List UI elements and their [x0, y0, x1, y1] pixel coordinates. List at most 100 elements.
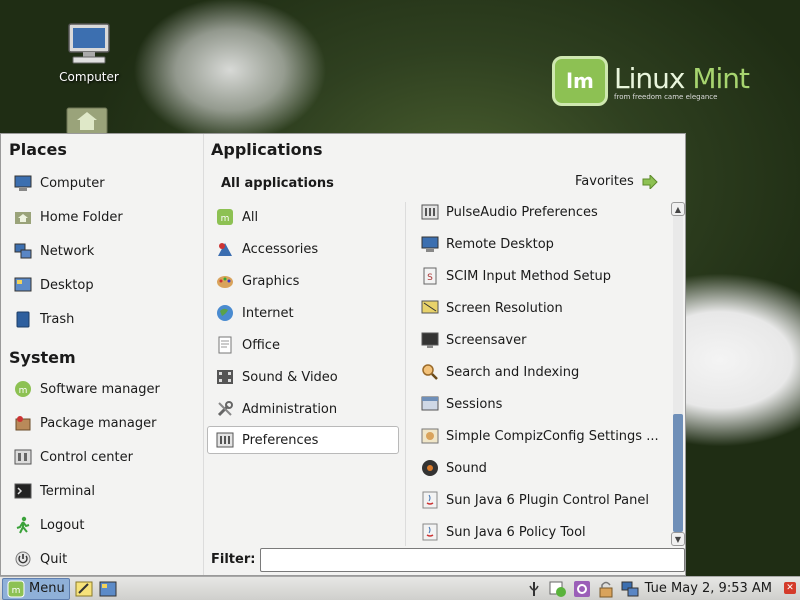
administration-icon — [215, 399, 235, 419]
app-item-sound[interactable]: Sound — [420, 456, 487, 480]
scroll-down-button[interactable]: ▼ — [671, 532, 685, 546]
app-item-label: PulseAudio Preferences — [446, 204, 598, 220]
app-item-sun-java-6-policy-tool[interactable]: Sun Java 6 Policy Tool — [420, 520, 586, 544]
system-item-terminal[interactable]: Terminal — [13, 478, 95, 504]
system-item-label: Terminal — [40, 483, 95, 499]
app-item-label: Screen Resolution — [446, 300, 563, 316]
category-label: Office — [242, 337, 280, 353]
all-apps-icon: m — [215, 207, 235, 227]
scroll-thumb[interactable] — [673, 414, 683, 532]
text-editor-launcher[interactable] — [74, 579, 94, 599]
category-accessories[interactable]: Accessories — [215, 236, 397, 262]
scim-icon: S — [420, 266, 440, 286]
linux-mint-logo: lm Linux Mint from freedom came elegance — [552, 56, 750, 106]
accessories-icon — [215, 239, 235, 259]
app-item-screensaver[interactable]: Screensaver — [420, 328, 526, 352]
system-item-logout[interactable]: Logout — [13, 512, 85, 538]
filter-input[interactable] — [260, 548, 685, 572]
tray-network-icon[interactable] — [620, 579, 640, 599]
app-item-screen-resolution[interactable]: Screen Resolution — [420, 296, 563, 320]
scroll-up-button[interactable]: ▲ — [671, 202, 685, 216]
places-item-network[interactable]: Network — [13, 238, 94, 264]
close-icon[interactable]: ✕ — [784, 582, 796, 594]
system-title: System — [9, 348, 76, 367]
places-item-label: Computer — [40, 175, 105, 191]
taskbar: m Menu Tue May 2, 9:53 AM ✕ — [0, 576, 800, 600]
places-item-home-folder[interactable]: Home Folder — [13, 204, 123, 230]
update-icon — [549, 581, 566, 597]
tray-update-icon[interactable] — [548, 579, 568, 599]
scroll-track[interactable] — [673, 216, 683, 532]
app-item-label: SCIM Input Method Setup — [446, 268, 612, 284]
sound-video-icon — [215, 367, 235, 387]
category-sound-video[interactable]: Sound & Video — [215, 364, 397, 390]
desktop-icon-home[interactable] — [42, 104, 132, 134]
home-folder-icon — [13, 207, 33, 227]
menu-button[interactable]: m Menu — [2, 577, 70, 600]
places-item-trash[interactable]: Trash — [13, 306, 74, 332]
compizconfig-icon — [420, 426, 440, 446]
tray-settings-icon[interactable] — [572, 579, 592, 599]
app-item-label: Search and Indexing — [446, 364, 580, 380]
desktop-icon-label: Computer — [59, 70, 119, 84]
app-item-label: Sessions — [446, 396, 503, 412]
application-list: PulseAudio Preferences Remote Desktop S … — [405, 202, 671, 546]
svg-text:m: m — [19, 386, 28, 396]
category-label: Internet — [242, 305, 294, 321]
app-item-label: Sun Java 6 Plugin Control Panel — [446, 492, 649, 508]
favorites-button[interactable]: Favorites — [575, 174, 658, 189]
app-item-scim-input-method-setup[interactable]: S SCIM Input Method Setup — [420, 264, 611, 288]
left-pane: Places Computer Home Folder Network Desk… — [1, 134, 204, 575]
computer-icon — [13, 173, 33, 193]
app-item-pulseaudio-preferences[interactable]: PulseAudio Preferences — [420, 202, 598, 224]
category-label: All — [242, 209, 259, 225]
app-item-search-and-indexing[interactable]: Search and Indexing — [420, 360, 579, 384]
remote-desktop-icon — [420, 234, 440, 254]
system-item-package-manager[interactable]: Package manager — [13, 410, 156, 436]
category-graphics[interactable]: Graphics — [215, 268, 397, 294]
category-internet[interactable]: Internet — [215, 300, 397, 326]
app-item-sun-java-6-plugin-control-panel[interactable]: Sun Java 6 Plugin Control Panel — [420, 488, 649, 512]
trash-icon — [13, 309, 33, 329]
system-item-quit[interactable]: Quit — [13, 546, 67, 572]
screen-resolution-icon — [420, 298, 440, 318]
app-item-label: Sun Java 6 Policy Tool — [446, 524, 586, 540]
app-item-sessions[interactable]: Sessions — [420, 392, 502, 416]
app-item-label: Sound — [446, 460, 487, 476]
category-all[interactable]: m All — [215, 204, 397, 230]
places-item-computer[interactable]: Computer — [13, 170, 105, 196]
app-item-label: Simple CompizConfig Settings ... — [446, 428, 659, 444]
chevron-down-icon: ▼ — [674, 534, 682, 544]
arrow-right-icon — [642, 174, 658, 189]
preferences-icon — [215, 430, 235, 450]
category-preferences[interactable]: Preferences — [207, 426, 399, 454]
app-item-simple-compizconfig-settings[interactable]: Simple CompizConfig Settings ... — [420, 424, 659, 448]
category-label: Accessories — [242, 241, 319, 257]
app-item-label: Remote Desktop — [446, 236, 554, 252]
mint-wordmark: Linux Mint from freedom came elegance — [614, 61, 750, 101]
lock-icon — [599, 581, 613, 598]
svg-text:m: m — [12, 586, 21, 596]
app-list-scrollbar[interactable]: ▲ ▼ — [671, 202, 685, 546]
software-manager-icon: m — [13, 379, 33, 399]
tray-plug-icon[interactable] — [524, 579, 544, 599]
system-item-control-center[interactable]: Control center — [13, 444, 133, 470]
app-item-remote-desktop[interactable]: Remote Desktop — [420, 232, 554, 256]
desktop-icon — [13, 275, 33, 295]
category-administration[interactable]: Administration — [215, 396, 397, 422]
office-icon — [215, 335, 235, 355]
logo-name-linux: Linux — [614, 61, 685, 95]
system-item-software-manager[interactable]: m Software manager — [13, 376, 160, 402]
svg-text:S: S — [427, 273, 433, 283]
pulseaudio-icon — [420, 202, 440, 222]
places-item-desktop[interactable]: Desktop — [13, 272, 94, 298]
clock[interactable]: Tue May 2, 9:53 AM — [645, 581, 772, 596]
tray-lock-icon[interactable] — [596, 579, 616, 599]
graphics-icon — [215, 271, 235, 291]
pencil-icon — [75, 581, 93, 596]
show-desktop-button[interactable] — [98, 579, 118, 599]
category-office[interactable]: Office — [215, 332, 397, 358]
desktop-icon-computer[interactable]: Computer — [44, 20, 134, 84]
category-label: Sound & Video — [242, 369, 338, 385]
java-icon — [420, 522, 440, 542]
